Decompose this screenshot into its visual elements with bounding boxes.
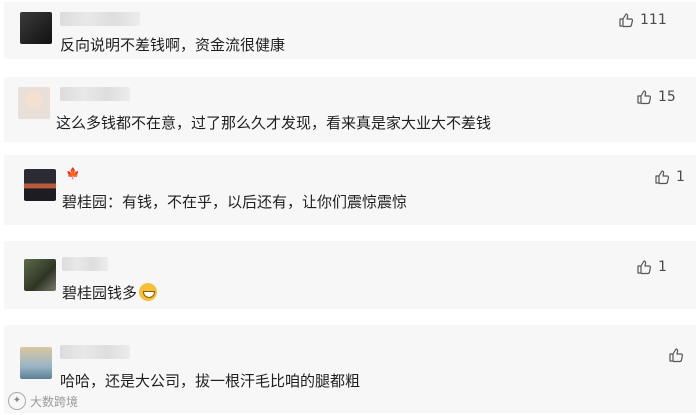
- grinning-emoji-icon: [139, 283, 158, 301]
- avatar[interactable]: [24, 259, 56, 291]
- thumbs-up-icon: [669, 348, 684, 363]
- like-count: 15: [658, 89, 676, 105]
- comment-text: 碧桂园：有钱，不在乎，以后还有，让你们震惊震惊: [62, 193, 408, 211]
- avatar[interactable]: [20, 347, 52, 379]
- like-button[interactable]: [668, 347, 690, 363]
- comment-text-body: 碧桂园钱多: [62, 284, 138, 302]
- comment-text: 哈哈，还是大公司，拔一根汗毛比咱的腿都粗: [60, 372, 361, 390]
- like-button[interactable]: 1: [636, 259, 667, 275]
- username-blurred: [60, 87, 130, 101]
- watermark: ✦ 大数跨境: [8, 392, 78, 410]
- username-blurred: [60, 345, 130, 359]
- globe-icon: ✦: [8, 392, 26, 410]
- like-button[interactable]: 111: [618, 12, 667, 28]
- avatar[interactable]: [24, 169, 56, 201]
- comment-card: 这么多钱都不在意，过了那么久才发现，看来真是家大业大不差钱 15: [4, 77, 696, 142]
- comment-card: 碧桂园钱多 1: [4, 241, 696, 309]
- comment-card: 反向说明不差钱啊，资金流很健康 111: [4, 2, 696, 59]
- like-button[interactable]: 1: [654, 169, 685, 185]
- like-button[interactable]: 15: [636, 89, 676, 105]
- like-count: 1: [658, 259, 667, 275]
- avatar[interactable]: [18, 87, 50, 119]
- thumbs-up-icon: [637, 90, 652, 105]
- like-count: 1: [676, 169, 685, 185]
- comment-text: 反向说明不差钱啊，资金流很健康: [60, 36, 286, 54]
- comment-text: 这么多钱都不在意，过了那么久才发现，看来真是家大业大不差钱: [56, 114, 492, 132]
- comment-text: 碧桂园钱多: [62, 283, 158, 303]
- comment-card: 哈哈，还是大公司，拔一根汗毛比咱的腿都粗: [4, 325, 696, 413]
- maple-leaf-icon: 🍁: [66, 167, 80, 180]
- avatar[interactable]: [20, 12, 52, 44]
- comment-card: 🍁 碧桂园：有钱，不在乎，以后还有，让你们震惊震惊 1: [4, 155, 696, 225]
- like-count: 111: [640, 12, 667, 28]
- thumbs-up-icon: [637, 260, 652, 275]
- thumbs-up-icon: [619, 13, 634, 28]
- username-blurred: [62, 257, 108, 271]
- thumbs-up-icon: [655, 170, 670, 185]
- username-blurred: [60, 12, 140, 26]
- watermark-text: 大数跨境: [30, 394, 79, 409]
